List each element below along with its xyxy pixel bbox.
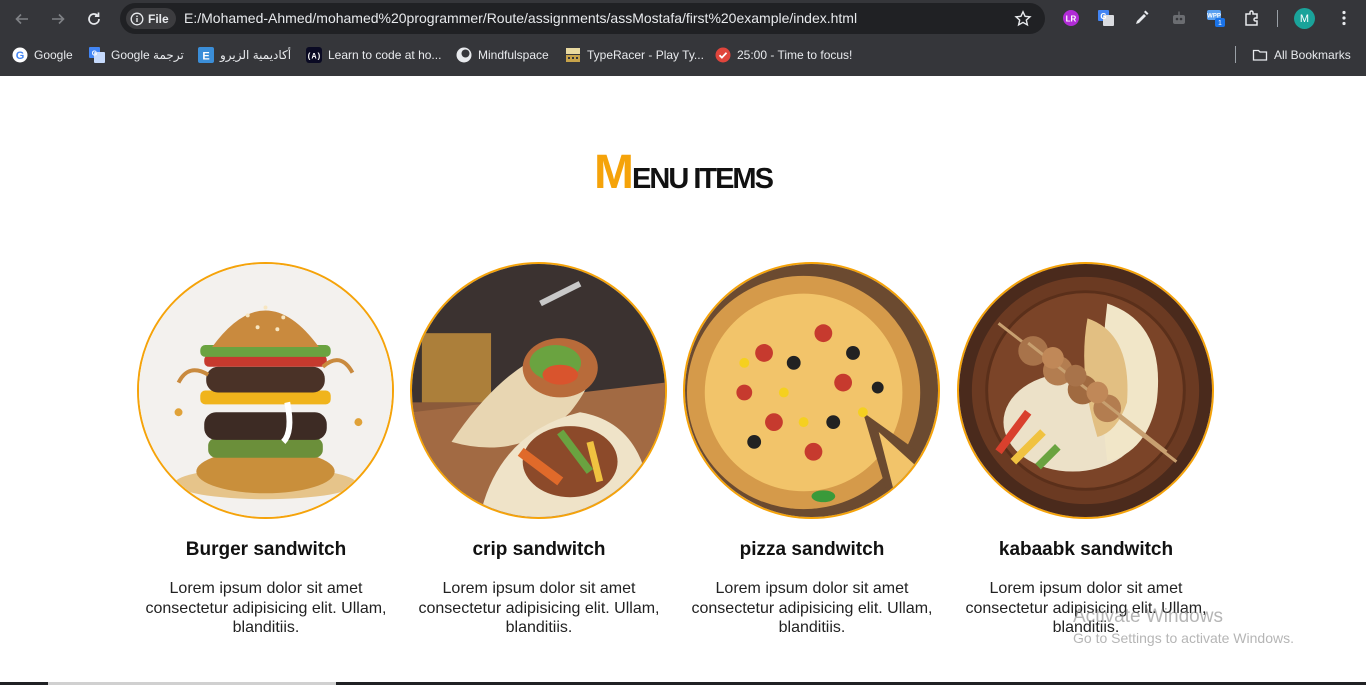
extension-wpp-button[interactable]: WPP 1 <box>1206 8 1226 28</box>
browser-menu-button[interactable] <box>1334 8 1354 28</box>
wrap-image <box>410 262 667 519</box>
svg-text:G: G <box>1100 12 1106 21</box>
code-icon: (A) <box>306 47 322 63</box>
extension-robot-button[interactable] <box>1169 8 1189 28</box>
section-heading: Menu items <box>0 145 1366 200</box>
bookmark-label: Mindfulspace <box>478 48 549 62</box>
lr-extension-icon: LR <box>1063 10 1079 26</box>
eyedropper-icon <box>1136 10 1149 24</box>
card-title: crip sandwitch <box>472 539 606 560</box>
activate-windows-watermark: Activate Windows Go to Settings to activ… <box>1073 606 1294 646</box>
svg-text:(A): (A) <box>307 53 321 62</box>
kebab-menu-icon <box>1342 10 1346 26</box>
translate-extension-icon: G <box>1098 10 1114 26</box>
bookmark-item[interactable]: (A) Learn to code at ho... <box>306 45 441 65</box>
svg-text:LR: LR <box>1066 15 1077 24</box>
all-bookmarks-button[interactable]: All Bookmarks <box>1252 45 1351 65</box>
browser-toolbar: File E:/Mohamed-Ahmed/mohamed%20programm… <box>0 0 1366 38</box>
card-title: kabaabk sandwitch <box>998 539 1174 560</box>
pizza-image <box>683 262 940 519</box>
academy-icon: E <box>198 47 214 63</box>
address-bar[interactable]: File E:/Mohamed-Ahmed/mohamed%20programm… <box>120 3 1045 34</box>
browser-chrome: File E:/Mohamed-Ahmed/mohamed%20programm… <box>0 0 1366 76</box>
svg-text:G: G <box>92 51 98 58</box>
svg-text:G: G <box>16 50 25 62</box>
bookmarks-divider <box>1235 46 1236 63</box>
card-title: Burger sandwitch <box>185 539 347 560</box>
folder-icon <box>1252 47 1268 63</box>
card-title: pizza sandwitch <box>739 539 885 560</box>
scheme-label: File <box>148 11 169 26</box>
forward-button[interactable] <box>46 7 70 31</box>
extensions-menu-button[interactable] <box>1242 8 1262 28</box>
extension-translate-button[interactable]: G <box>1096 8 1116 28</box>
back-button[interactable] <box>10 7 34 31</box>
card-description: Lorem ipsum dolor sit amet consectetur a… <box>145 580 387 636</box>
svg-text:E: E <box>202 51 209 63</box>
menu-card: crip sandwitch Lorem ipsum dolor sit ame… <box>410 262 668 638</box>
puzzle-icon <box>1245 10 1258 26</box>
bookmark-label: أكاديمية الزيرو <box>220 48 292 62</box>
info-icon <box>130 12 144 25</box>
svg-text:1: 1 <box>1218 20 1222 27</box>
bookmark-label: 25:00 - Time to focus! <box>737 48 853 62</box>
bookmark-item[interactable]: E أكاديمية الزيرو <box>198 45 291 65</box>
bookmark-item[interactable]: G Google <box>12 45 73 65</box>
arrow-right-icon <box>52 13 65 25</box>
watermark-subtitle: Go to Settings to activate Windows. <box>1073 630 1294 646</box>
heading-rest: enu items <box>632 163 774 195</box>
wpp-extension-icon: WPP1 <box>1207 10 1225 27</box>
bookmark-label: Learn to code at ho... <box>328 48 442 62</box>
reload-icon <box>88 12 100 25</box>
all-bookmarks-label: All Bookmarks <box>1274 48 1351 62</box>
site-info-chip[interactable]: File <box>126 8 176 29</box>
url-text[interactable]: E:/Mohamed-Ahmed/mohamed%20programmer/Ro… <box>184 10 857 26</box>
google-icon: G <box>12 47 28 63</box>
robot-icon <box>1173 11 1185 24</box>
menu-card: pizza sandwitch Lorem ipsum dolor sit am… <box>683 262 941 638</box>
heading-initial: M <box>594 146 634 199</box>
bookmark-item[interactable]: TypeRacer - Play Ty... <box>565 45 704 65</box>
bookmarks-bar: G Google G Google ترجمة E أكاديمية الزير… <box>0 42 1366 68</box>
burger-image <box>137 262 394 519</box>
toolbar-divider <box>1277 10 1278 27</box>
bookmark-label: Google <box>34 48 73 62</box>
bookmark-label: Google ترجمة <box>111 48 184 62</box>
kebab-image <box>957 262 1214 519</box>
menu-card: kabaabk sandwitch Lorem ipsum dolor sit … <box>957 262 1215 638</box>
bookmark-star-button[interactable] <box>1013 9 1033 29</box>
mindfulspace-icon <box>456 47 472 63</box>
bookmark-item[interactable]: G Google ترجمة <box>89 45 184 65</box>
extension-lr-button[interactable]: LR <box>1061 8 1081 28</box>
star-icon <box>1014 10 1032 27</box>
arrow-left-icon <box>15 13 28 25</box>
card-description: Lorem ipsum dolor sit amet consectetur a… <box>418 580 660 636</box>
card-description: Lorem ipsum dolor sit amet consectetur a… <box>691 580 933 636</box>
watermark-title: Activate Windows <box>1073 606 1223 627</box>
bookmark-item[interactable]: 25:00 - Time to focus! <box>715 45 852 65</box>
typeracer-icon <box>565 47 581 63</box>
profile-avatar[interactable]: M <box>1294 8 1315 29</box>
translate-icon: G <box>89 47 105 63</box>
reload-button[interactable] <box>82 7 106 31</box>
bookmark-item[interactable]: Mindfulspace <box>456 45 549 65</box>
extension-picker-button[interactable] <box>1132 8 1152 28</box>
bookmark-label: TypeRacer - Play Ty... <box>587 48 704 62</box>
pomodoro-icon <box>715 47 731 63</box>
menu-card: Burger sandwitch Lorem ipsum dolor sit a… <box>137 262 395 638</box>
